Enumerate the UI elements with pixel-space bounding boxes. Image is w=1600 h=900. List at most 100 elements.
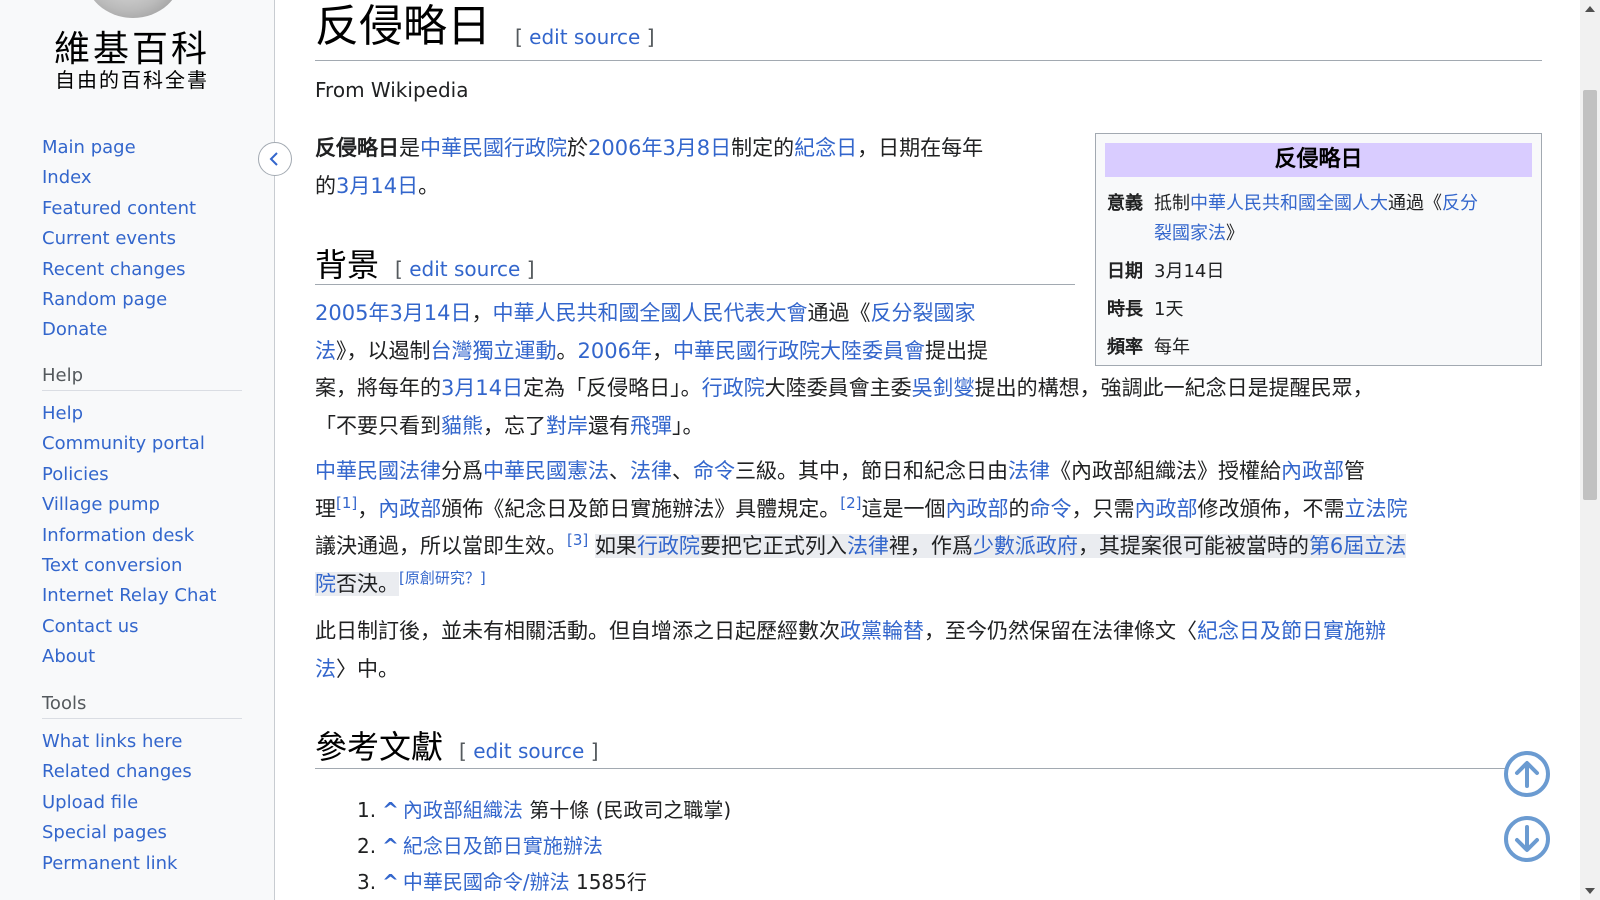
reference-link[interactable]: 紀念日及節日實施辦法 [403,834,603,858]
reference-number: 3. [357,870,377,894]
wiki-link[interactable]: 內政部 [1135,497,1198,521]
wiki-link[interactable]: 裂國家法 [1154,223,1226,244]
wiki-link[interactable]: 法律 [630,459,672,483]
vertical-scrollbar[interactable] [1580,0,1600,900]
wiki-link[interactable]: 3月14日 [441,376,523,400]
infobox: 反侵略日 意義 抵制中華人民共和國全國人大通過《反分 裂國家法》 日期 3月14日 時長 1… [1095,133,1542,366]
sidebar-item-related-changes[interactable]: Related changes [42,757,242,787]
wiki-link[interactable]: 吳釗燮 [912,376,975,400]
wiki-link[interactable]: 內政部 [946,497,1009,521]
wiki-link[interactable]: 內政部 [378,497,441,521]
scrollbar-up-arrow[interactable] [1585,6,1595,12]
text-run: 要把它正式列入 [699,534,847,558]
wikipedia-logo[interactable]: 維基百科 自由的百科全書 [32,0,232,100]
text-run: ， [471,301,493,325]
sidebar-item-what-links-here[interactable]: What links here [42,727,242,757]
section-title: 背景 [315,246,380,284]
sidebar-item-community-portal[interactable]: Community portal [42,429,242,459]
text-run: 」。 [672,413,704,438]
sidebar-item-donate[interactable]: Donate [42,315,242,345]
text-run: 〉中。 [336,656,399,681]
sidebar-item-help[interactable]: Help [42,399,242,429]
back-to-citation-link[interactable]: ^ [382,798,399,822]
scrollbar-thumb[interactable] [1583,90,1597,500]
sidebar-item-index[interactable]: Index [42,163,242,193]
wiki-link[interactable]: 命令 [693,459,735,483]
wiki-link[interactable]: 2006年3月8日 [588,136,731,160]
text-run: 大陸委員會主委 [764,376,912,400]
sidebar-item-featured-content[interactable]: Featured content [42,194,242,224]
text-run: 每年 [1154,337,1190,358]
citation-link[interactable]: [3] [567,531,588,549]
text-run: 1天 [1154,299,1184,320]
wiki-link[interactable]: 紀念日及節日實施辦 [1197,619,1386,643]
wiki-link[interactable]: 院 [315,572,336,596]
text-run: 的 [315,173,336,198]
wiki-link[interactable]: 命令 [1030,497,1072,521]
reference-link[interactable]: 內政部組織法 [403,798,523,822]
wiki-link[interactable]: 反分裂國家 [871,301,976,325]
wiki-link[interactable]: 立法院 [1345,497,1408,521]
sidebar-item-contact-us[interactable]: Contact us [42,612,242,642]
back-to-citation-link[interactable]: ^ [382,834,399,858]
wiki-link[interactable]: 法 [315,339,336,363]
wiki-link[interactable]: 法律 [847,534,889,558]
edit-source-link[interactable]: edit source [409,257,520,281]
wiki-link[interactable]: 法律 [1008,459,1050,483]
back-to-citation-link[interactable]: ^ [382,870,399,894]
text-run: 抵制 [1154,193,1190,214]
paragraph-2: 中華民國法律分爲中華民國憲法、法律、命令三級。其中，節日和紀念日由法律《內政部組… [315,453,1408,603]
text-run: ，忘了 [483,413,546,438]
wiki-link[interactable]: 2005年3月14日 [315,301,472,325]
wiki-link[interactable]: 中華人民共和國全國人民代表大會 [493,301,808,325]
citation-link[interactable]: [2] [840,494,861,512]
text-run: 、 [609,459,630,483]
sidebar-item-special-pages[interactable]: Special pages [42,818,242,848]
citation-link[interactable]: [原創研究？] [399,569,486,587]
sidebar-item-recent-changes[interactable]: Recent changes [42,255,242,285]
sidebar-item-permanent-link[interactable]: Permanent link [42,849,242,879]
sidebar-item-about[interactable]: About [42,642,242,672]
sidebar-item-information-desk[interactable]: Information desk [42,521,242,551]
wiki-link[interactable]: 政黨輪替 [840,619,924,643]
wiki-link[interactable]: 少數派政府 [973,534,1078,558]
edit-source-link[interactable]: edit source [473,739,584,763]
reference-link[interactable]: 中華民國命令/辦法 [403,870,570,894]
sidebar-item-policies[interactable]: Policies [42,460,242,490]
wiki-link[interactable]: 法 [315,657,336,681]
text-run: 頒佈《紀念日及節日實施辦法》具體規定。 [441,496,841,521]
wiki-link[interactable]: 第6屆立法 [1309,534,1406,558]
wiki-link[interactable]: 內政部 [1281,459,1344,483]
sidebar-collapse-button[interactable] [258,142,292,176]
citation-link[interactable]: [1] [336,494,357,512]
text-run: 這是一個 [861,496,946,521]
sidebar-item-random-page[interactable]: Random page [42,285,242,315]
wiki-link[interactable]: 飛彈 [630,414,672,438]
scrollbar-down-arrow[interactable] [1585,888,1595,894]
wiki-link[interactable]: 反分 [1442,193,1478,214]
wiki-link[interactable]: 中華民國行政院大陸委員會 [673,339,925,363]
wiki-link[interactable]: 2006年 [578,339,652,363]
wiki-link[interactable]: 中華人民共和國全國人大 [1190,193,1388,214]
wiki-link[interactable]: 貓熊 [441,414,483,438]
sidebar-item-irc[interactable]: Internet Relay Chat [42,581,242,611]
scroll-to-bottom-button[interactable] [1503,815,1551,863]
wiki-link[interactable]: 行政院 [702,376,765,400]
wiki-link[interactable]: 中華民國憲法 [483,459,609,483]
sidebar-item-current-events[interactable]: Current events [42,224,242,254]
wiki-link[interactable]: 紀念日 [794,136,857,160]
edit-source-link[interactable]: edit source [529,25,640,49]
wiki-link[interactable]: 中華民國行政院 [420,136,567,160]
text-run: 如果 [594,534,637,558]
sidebar-item-main-page[interactable]: Main page [42,133,242,163]
wiki-link[interactable]: 行政院 [637,534,700,558]
scroll-to-top-button[interactable] [1503,750,1551,798]
text-run: 通過《 [1388,193,1442,214]
sidebar-item-upload-file[interactable]: Upload file [42,788,242,818]
sidebar-item-village-pump[interactable]: Village pump [42,490,242,520]
wiki-link[interactable]: 3月14日 [336,174,418,198]
wiki-link[interactable]: 台灣獨立運動 [431,339,557,363]
wiki-link[interactable]: 對岸 [546,414,588,438]
wiki-link[interactable]: 中華民國法律 [315,459,441,483]
sidebar-item-text-conversion[interactable]: Text conversion [42,551,242,581]
